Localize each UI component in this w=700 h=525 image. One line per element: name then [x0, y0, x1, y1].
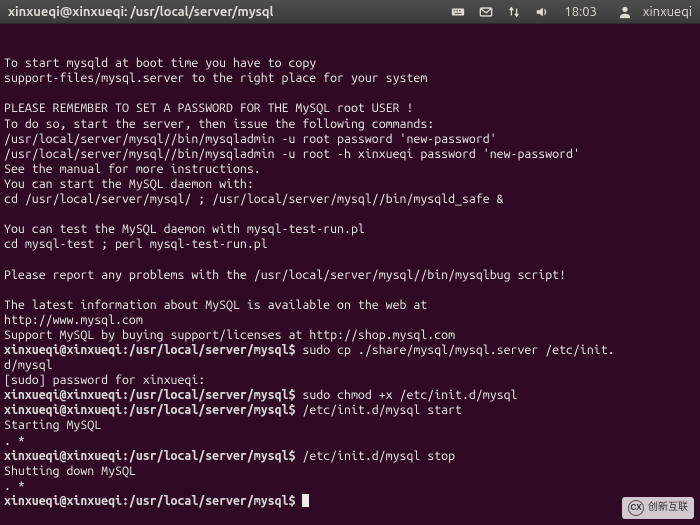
user-icon	[617, 4, 633, 20]
window-title: xinxueqi@xinxueqi: /usr/local/server/mys…	[8, 5, 273, 19]
cursor	[302, 494, 309, 507]
terminal[interactable]: To start mysqld at boot time you have to…	[0, 24, 700, 525]
username-label: xinxueqi	[643, 5, 692, 19]
clock[interactable]: 18:03	[564, 5, 597, 19]
top-menubar: xinxueqi@xinxueqi: /usr/local/server/mys…	[0, 0, 700, 24]
terminal-output: To start mysqld at boot time you have to…	[4, 41, 696, 509]
volume-icon[interactable]	[534, 4, 550, 20]
user-menu[interactable]: xinxueqi	[611, 4, 692, 20]
keyboard-icon[interactable]	[450, 4, 466, 20]
network-updown-icon[interactable]	[506, 4, 522, 20]
watermark-logo: CX	[628, 500, 644, 516]
watermark: CX 创新互联	[622, 497, 694, 519]
watermark-text: 创新互联	[648, 500, 688, 515]
mail-icon[interactable]	[478, 4, 494, 20]
